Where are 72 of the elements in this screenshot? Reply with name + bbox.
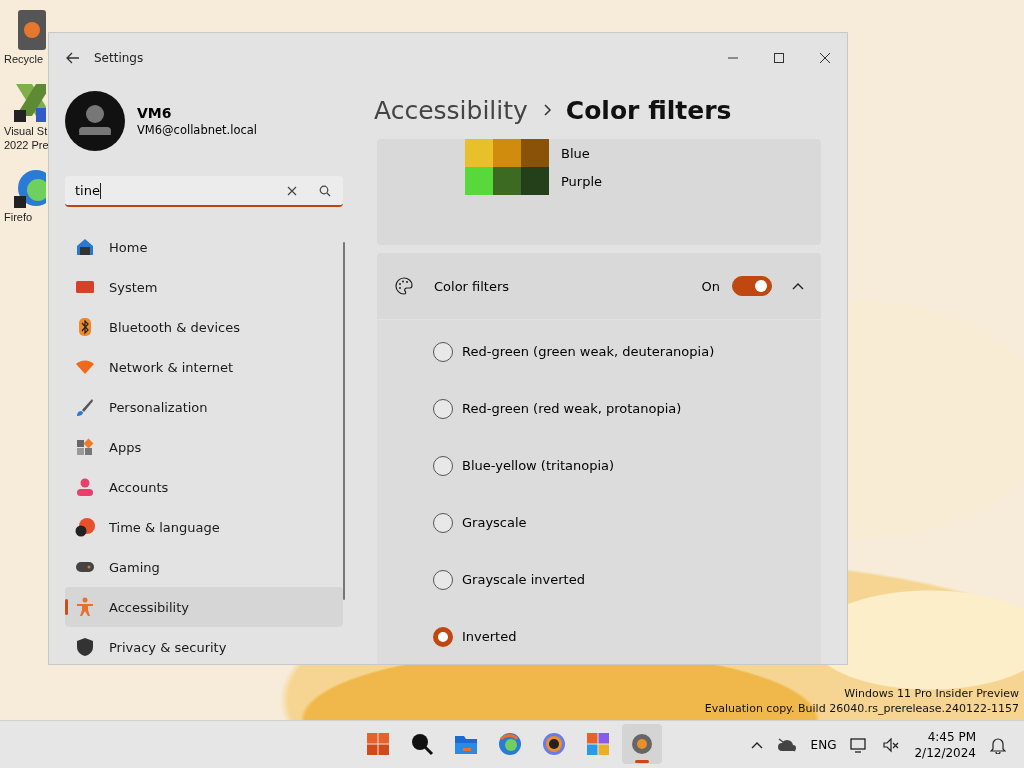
nav-item[interactable]: Accounts: [65, 467, 343, 507]
nav-item[interactable]: Gaming: [65, 547, 343, 587]
clock-date[interactable]: 2/12/2024: [914, 744, 976, 761]
radio-button[interactable]: [433, 513, 453, 533]
start-logo-icon: [365, 731, 391, 757]
close-icon[interactable]: [819, 52, 831, 64]
bell-icon[interactable]: [990, 735, 1006, 754]
account-name: VM6: [137, 105, 173, 121]
ring-icon: [541, 731, 567, 757]
palette-icon: [394, 276, 414, 296]
apps-icon: [75, 437, 95, 457]
page-title: Color filters: [565, 95, 732, 125]
chevron-up-icon[interactable]: [750, 740, 763, 749]
selection-indicator: [65, 599, 68, 615]
desktop-icon-label: Firefo: [4, 210, 33, 224]
personalization-icon: [75, 397, 95, 417]
color-filters-header[interactable]: Color filters On: [377, 253, 821, 319]
radio-button[interactable]: [433, 456, 453, 476]
setting-label: Color filters: [434, 278, 510, 294]
swatch-label: Blue: [561, 145, 590, 161]
chevron-right-icon: [541, 104, 552, 116]
nav-item[interactable]: Personalization: [65, 387, 343, 427]
toggle-state-label: On: [701, 278, 720, 294]
speaker-muted-icon[interactable]: [882, 736, 901, 753]
nav-item[interactable]: Accessibility: [65, 587, 343, 627]
nav-item[interactable]: Privacy & security: [65, 627, 343, 664]
radio-label: Red-green (green weak, deuteranopia): [462, 343, 715, 361]
back-arrow-icon[interactable]: [66, 52, 80, 64]
accessibility-icon: [75, 597, 95, 617]
cloud-off-icon[interactable]: [776, 737, 797, 752]
accounts-icon: [75, 477, 95, 497]
radio-label: Grayscale: [462, 514, 527, 532]
nav-item[interactable]: System: [65, 267, 343, 307]
search-icon[interactable]: [319, 184, 331, 197]
radio-label: Grayscale inverted: [462, 571, 585, 589]
swatch-label: Purple: [561, 173, 603, 189]
browser-icon: [497, 731, 523, 757]
watermark-text: Evaluation copy. Build 26040.rs_prerelease.240122-1157: [704, 701, 1019, 716]
desktop-icon-label: Visual St: [4, 124, 48, 138]
maximize-icon[interactable]: [773, 52, 785, 64]
radio-button[interactable]: [433, 627, 453, 647]
clear-icon[interactable]: [287, 185, 297, 196]
chevron-up-icon[interactable]: [792, 282, 804, 290]
store-icon: [585, 731, 611, 757]
privacy-icon: [75, 637, 95, 657]
desktop-icon-label: 2022 Pre: [4, 138, 49, 152]
radio-label: Blue-yellow (tritanopia): [462, 457, 615, 475]
window-title: Settings: [94, 51, 144, 65]
nav-item[interactable]: Network & internet: [65, 347, 343, 387]
time-icon: [75, 517, 95, 537]
nav-item[interactable]: Bluetooth & devices: [65, 307, 343, 347]
radio-label: Red-green (red weak, protanopia): [462, 400, 682, 418]
search-icon: [409, 731, 435, 757]
radio-button[interactable]: [433, 342, 453, 362]
nav-item[interactable]: Apps: [65, 427, 343, 467]
toggle-switch[interactable]: [732, 276, 772, 296]
home-icon: [75, 237, 95, 257]
clock-time[interactable]: 4:45 PM: [927, 728, 976, 745]
account-email: VM6@collabnet.local: [137, 123, 258, 137]
avatar-icon[interactable]: [65, 91, 125, 151]
nav-item[interactable]: Time & language: [65, 507, 343, 547]
settings-icon: [629, 731, 655, 757]
monitor-icon[interactable]: [850, 736, 869, 753]
radio-button[interactable]: [433, 570, 453, 590]
watermark-text: Windows 11 Pro Insider Preview: [844, 686, 1019, 701]
search-field[interactable]: tine: [65, 176, 343, 207]
language-indicator[interactable]: ENG: [810, 737, 837, 752]
nav-item[interactable]: Home: [65, 227, 343, 267]
radio-button[interactable]: [433, 399, 453, 419]
breadcrumb-link[interactable]: Accessibility: [374, 95, 528, 125]
radio-label: Inverted: [462, 628, 517, 646]
desktop-icon-label: Recycle: [4, 52, 44, 66]
